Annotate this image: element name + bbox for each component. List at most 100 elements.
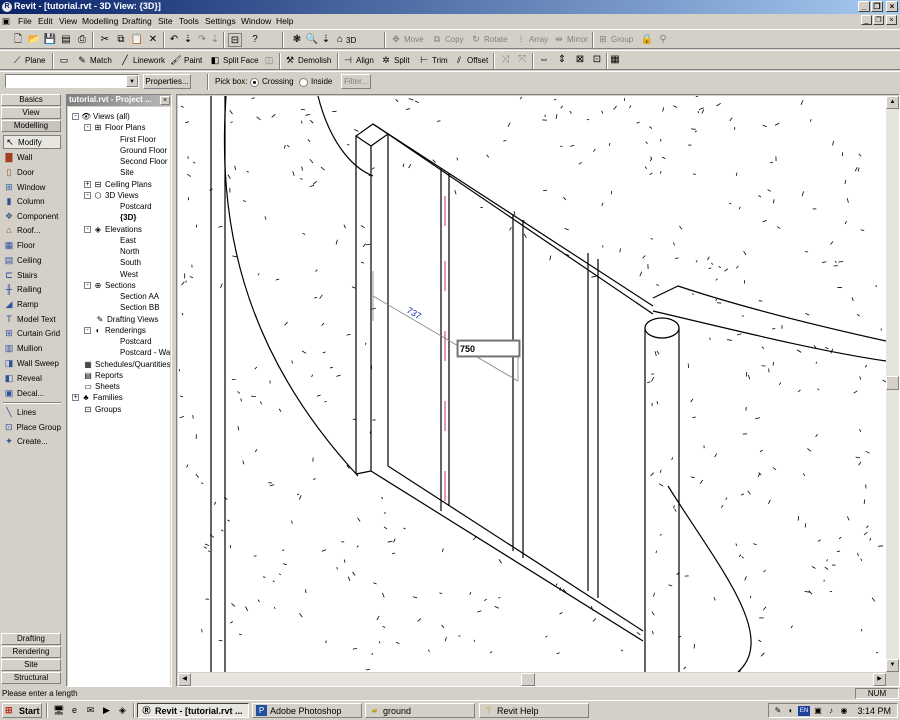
collapse-icon[interactable]: - bbox=[72, 113, 79, 120]
designbar-wall-sweep[interactable]: ◨ Wall Sweep bbox=[3, 356, 61, 370]
undo-icon[interactable]: ↶ bbox=[167, 33, 181, 47]
3d-model-drawing[interactable]: 737 750 bbox=[178, 96, 886, 672]
show-desktop-icon[interactable]: 🖥 bbox=[53, 705, 64, 716]
tree-item[interactable]: - ⊕ Sections bbox=[84, 280, 136, 291]
cope-icon[interactable]: ⊠ bbox=[573, 53, 587, 67]
trim-button[interactable]: ⊢ Trim bbox=[418, 52, 448, 68]
lock-icon[interactable]: 🔒 bbox=[640, 33, 654, 47]
designbar-create[interactable]: ✦ Create... bbox=[3, 434, 61, 448]
expand-icon[interactable]: + bbox=[84, 180, 91, 188]
tree-item[interactable]: Section AA bbox=[120, 291, 159, 302]
tab-structural[interactable]: Structural bbox=[1, 672, 61, 684]
collapse-icon[interactable]: - bbox=[84, 124, 91, 132]
properties-icon[interactable]: ▦ bbox=[608, 53, 622, 67]
copy-button[interactable]: ⧉ Copy bbox=[431, 31, 464, 47]
designbar-floor[interactable]: ▦ Floor bbox=[3, 238, 61, 252]
plane-button[interactable]: ⟋ Plane bbox=[11, 52, 46, 68]
tree-item[interactable]: + ♣ Families bbox=[72, 392, 123, 403]
scroll-right-icon[interactable]: ▶ bbox=[873, 673, 886, 686]
menu-help[interactable]: Help bbox=[276, 16, 293, 26]
media-player-icon[interactable]: ▶ bbox=[101, 705, 112, 716]
minimize-button[interactable]: _ bbox=[858, 1, 870, 12]
scroll-down-icon[interactable]: ▼ bbox=[886, 659, 899, 672]
designbar-model-text[interactable]: T Model Text bbox=[3, 312, 61, 326]
paint-button[interactable]: 🖌 Paint bbox=[170, 52, 202, 68]
move-button[interactable]: ✥ Move bbox=[390, 31, 423, 47]
mirror-button[interactable]: ⇹ Mirror bbox=[553, 31, 588, 47]
designbar-modify[interactable]: ↖ Modify bbox=[3, 135, 61, 149]
cut-icon[interactable]: ✂ bbox=[98, 33, 112, 47]
cut-geometry-button[interactable]: ◫ bbox=[263, 52, 277, 68]
3d-view-canvas[interactable]: 737 750 bbox=[178, 96, 886, 672]
zoom-dropdown-icon[interactable]: ⇣ bbox=[319, 33, 333, 47]
close-button[interactable]: × bbox=[886, 1, 898, 12]
menu-site[interactable]: Site bbox=[158, 16, 173, 26]
sketch-button[interactable]: ▭ bbox=[58, 52, 72, 68]
outlook-icon[interactable]: ✉ bbox=[85, 705, 96, 716]
maximize-button[interactable]: ❐ bbox=[871, 1, 883, 12]
designbar-place-group[interactable]: ⊡ Place Group bbox=[3, 420, 61, 434]
rotate-button[interactable]: ↻ Rotate bbox=[470, 31, 507, 47]
collapse-icon[interactable]: - bbox=[84, 281, 91, 289]
app-launcher-icon[interactable]: ◈ bbox=[117, 705, 128, 716]
title-bar[interactable]: R Revit - [tutorial.rvt - 3D View: {3D}]… bbox=[0, 0, 900, 14]
tree-item[interactable]: + ⊟ Ceiling Plans bbox=[84, 179, 152, 190]
horizontal-scrollbar[interactable]: ◀ ▶ bbox=[178, 673, 886, 686]
tab-drafting[interactable]: Drafting bbox=[1, 633, 61, 645]
zoom-icon[interactable]: 🔍 bbox=[305, 33, 319, 47]
tree-item[interactable]: Second Floor bbox=[120, 156, 168, 167]
designbar-decal[interactable]: ▣ Decal... bbox=[3, 386, 61, 400]
document-icon[interactable]: ▣ bbox=[2, 16, 12, 26]
revit-icon[interactable]: R bbox=[2, 2, 12, 12]
menu-drafting[interactable]: Drafting bbox=[122, 16, 152, 26]
menu-file[interactable]: File bbox=[18, 16, 32, 26]
expand-icon[interactable]: + bbox=[72, 394, 79, 402]
linework-button[interactable]: ╱ Linework bbox=[119, 52, 165, 68]
menu-window[interactable]: Window bbox=[241, 16, 271, 26]
designbar-roof[interactable]: ⌂ Roof... bbox=[3, 223, 61, 237]
tree-item[interactable]: East bbox=[120, 235, 136, 246]
tree-item[interactable]: North bbox=[120, 246, 140, 257]
designbar-curtain-grid[interactable]: ⊞ Curtain Grid bbox=[3, 326, 61, 340]
unpin-icon[interactable]: ⚲ bbox=[656, 33, 670, 47]
task-revit-help[interactable]: ? Revit Help bbox=[479, 703, 589, 718]
type-selector[interactable]: ▼ bbox=[5, 74, 139, 88]
designbar-component[interactable]: ❖ Component bbox=[3, 209, 61, 223]
collapse-icon[interactable]: - bbox=[84, 225, 91, 233]
save-all-icon[interactable]: ▤ bbox=[59, 33, 73, 47]
whats-this-icon[interactable]: ? bbox=[248, 33, 262, 47]
tree-item[interactable]: Site bbox=[120, 167, 134, 178]
doc-minimize-button[interactable]: _ bbox=[861, 15, 872, 25]
scroll-left-icon[interactable]: ◀ bbox=[178, 673, 191, 686]
demolish-button[interactable]: ⚒ Demolish bbox=[284, 52, 331, 68]
designbar-wall[interactable]: ▇ Wall bbox=[3, 150, 61, 164]
copy-icon[interactable]: ⧉ bbox=[114, 33, 128, 47]
tree-item[interactable]: - ⬡ 3D Views bbox=[84, 190, 139, 201]
undo-dropdown-icon[interactable]: ⇣ bbox=[181, 33, 195, 47]
paste-icon[interactable]: 📋 bbox=[130, 33, 144, 47]
offset-button[interactable]: ⫽ Offset bbox=[453, 52, 488, 68]
tree-item[interactable]: - ⊞ Floor Plans bbox=[84, 122, 145, 133]
designbar-stairs[interactable]: ⊏ Stairs bbox=[3, 268, 61, 282]
tab-modelling[interactable]: Modelling bbox=[1, 120, 61, 132]
tree-item[interactable]: - ◐ Renderings bbox=[84, 325, 146, 336]
tree-item[interactable]: Ground Floor bbox=[120, 145, 167, 156]
array-button[interactable]: ⁞ Array bbox=[515, 31, 548, 47]
designbar-railing[interactable]: ╫ Railing bbox=[3, 282, 61, 296]
group-button[interactable]: ⊞ Group bbox=[597, 31, 633, 47]
task-photoshop[interactable]: P Adobe Photoshop bbox=[252, 703, 362, 718]
tree-item[interactable]: ▤ Reports bbox=[72, 370, 123, 381]
tree-item[interactable]: ⊡ Groups bbox=[72, 404, 122, 415]
wall-joins-icon[interactable]: ⊡ bbox=[590, 53, 604, 67]
tree-item[interactable]: South bbox=[120, 257, 141, 268]
split-button[interactable]: ✲ Split bbox=[380, 52, 409, 68]
tab-site[interactable]: Site bbox=[1, 659, 61, 671]
chevron-down-icon[interactable]: ▼ bbox=[126, 75, 138, 87]
collapse-icon[interactable]: - bbox=[84, 191, 91, 199]
tree-item[interactable]: West bbox=[120, 269, 138, 280]
collapse-icon[interactable]: - bbox=[84, 326, 91, 334]
pen-tablet-icon[interactable]: ✎ bbox=[773, 706, 783, 716]
save-icon[interactable]: 💾 bbox=[43, 33, 57, 47]
tree-item[interactable]: First Floor bbox=[120, 134, 156, 145]
menu-view[interactable]: View bbox=[59, 16, 77, 26]
